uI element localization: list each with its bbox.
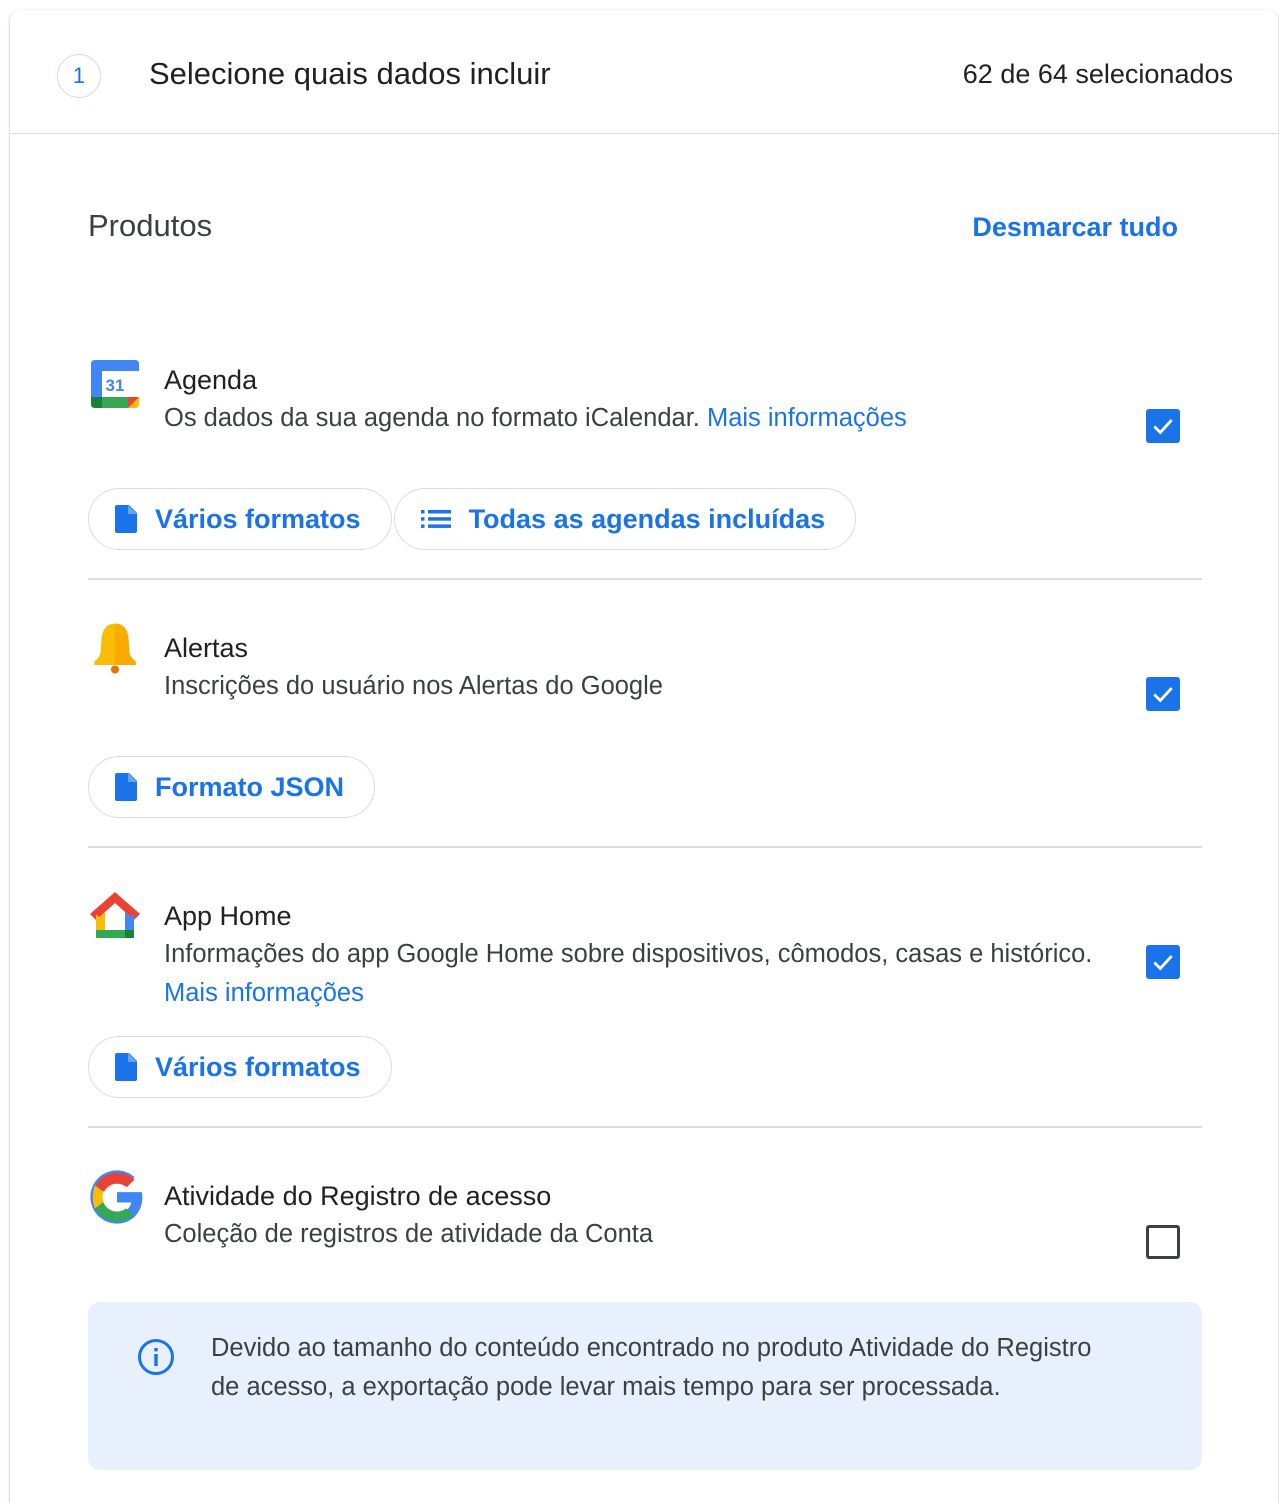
product-description: Informações do app Google Home sobre dis… [164, 935, 1094, 1013]
selected-count: 62 de 64 selecionados [962, 59, 1233, 89]
formats-chip[interactable]: Vários formatos [88, 1036, 392, 1098]
product-description: Inscrições do usuário nos Alertas do Goo… [164, 672, 663, 700]
check-icon [1153, 419, 1173, 435]
calendars-included-chip[interactable]: Todas as agendas incluídas [393, 488, 857, 550]
divider [88, 1126, 1202, 1128]
chip-row: Formato JSON [88, 756, 376, 818]
info-icon [138, 1339, 174, 1375]
product-checkbox-app-home[interactable] [1146, 945, 1180, 979]
product-checkbox-access-log-activity[interactable] [1146, 1225, 1180, 1259]
product-description-text: Informações do app Google Home sobre dis… [164, 940, 1093, 968]
size-warning-notice: Devido ao tamanho do conteúdo encontrado… [88, 1302, 1202, 1470]
file-icon [115, 1053, 137, 1081]
product-checkbox-alertas[interactable] [1146, 677, 1180, 711]
google-home-icon [90, 892, 140, 938]
product-description: Coleção de registros de atividade da Con… [164, 1220, 654, 1248]
chip-label: Todas as agendas incluídas [468, 503, 826, 534]
list-icon [420, 510, 451, 528]
product-name: Agenda [164, 365, 258, 395]
product-name: Atividade do Registro de acesso [164, 1181, 552, 1211]
file-icon [115, 773, 137, 801]
chip-row: Vários formatos Todas as agendas incluíd… [88, 488, 857, 550]
step-number-badge: 1 [57, 54, 101, 98]
check-icon [1153, 687, 1173, 703]
file-icon [115, 505, 137, 533]
bell-icon [94, 623, 136, 674]
chip-label: Formato JSON [155, 771, 345, 802]
export-step-card: 1 Selecione quais dados incluir 62 de 64… [10, 10, 1278, 1503]
chip-row: Vários formatos [88, 1036, 392, 1098]
check-icon [1153, 955, 1173, 971]
step-title: Selecione quais dados incluir [149, 56, 551, 91]
product-name: App Home [164, 901, 292, 931]
step-header[interactable]: 1 Selecione quais dados incluir 62 de 64… [10, 10, 1278, 134]
formats-chip[interactable]: Vários formatos [88, 488, 392, 550]
product-name: Alertas [164, 633, 249, 663]
chip-label: Vários formatos [155, 1051, 361, 1082]
notice-text: Devido ao tamanho do conteúdo encontrado… [211, 1334, 1092, 1401]
google-g-icon [90, 1170, 143, 1224]
chip-label: Vários formatos [155, 503, 361, 534]
product-checkbox-agenda[interactable] [1146, 409, 1180, 443]
product-description: Os dados da sua agenda no formato iCalen… [164, 399, 1094, 438]
product-description-text: Os dados da sua agenda no formato iCalen… [164, 404, 700, 432]
more-info-link[interactable]: Mais informações [164, 979, 364, 1007]
more-info-link[interactable]: Mais informações [707, 404, 907, 432]
divider [88, 578, 1202, 580]
products-heading: Produtos [88, 208, 213, 243]
deselect-all-link[interactable]: Desmarcar tudo [972, 209, 1178, 245]
json-format-chip[interactable]: Formato JSON [88, 756, 376, 818]
google-calendar-icon: 31 [91, 360, 139, 408]
calendar-day-text: 31 [106, 376, 125, 395]
divider [88, 846, 1202, 848]
